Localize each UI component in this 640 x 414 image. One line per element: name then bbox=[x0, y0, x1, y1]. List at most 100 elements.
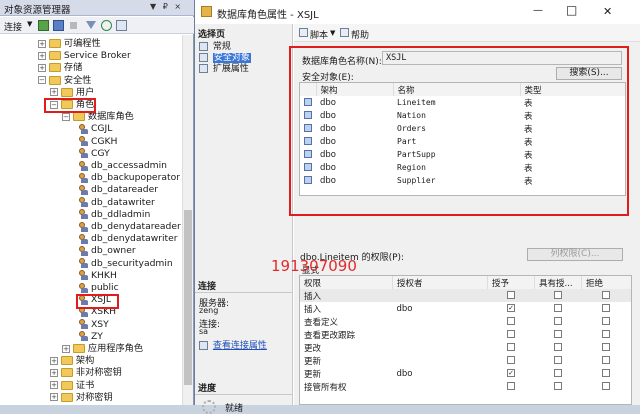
script-dropdown-icon[interactable]: ▼ bbox=[330, 29, 335, 37]
permission-row[interactable]: 插入 dbo ✓ bbox=[300, 302, 631, 315]
header-with-grant[interactable]: 具有授... bbox=[534, 276, 582, 289]
explorer-title-icons[interactable]: ▼ ₽ × bbox=[150, 2, 183, 11]
with-grant-checkbox[interactable] bbox=[554, 330, 562, 338]
grant-checkbox[interactable] bbox=[507, 291, 515, 299]
stop-icon[interactable] bbox=[70, 22, 77, 29]
permission-row[interactable]: 更新 dbo ✓ bbox=[300, 367, 631, 380]
tree-item-role[interactable]: db_backupoperator bbox=[78, 172, 180, 184]
with-grant-checkbox[interactable] bbox=[554, 291, 562, 299]
tree-item-folder[interactable]: + 可编程性 bbox=[38, 38, 101, 50]
header-grantor[interactable]: 授权者 bbox=[392, 276, 488, 289]
disconnect-icon[interactable] bbox=[53, 20, 64, 31]
explorer-scrollbar[interactable] bbox=[182, 35, 193, 405]
grant-checkbox[interactable] bbox=[507, 382, 515, 390]
grant-checkbox[interactable] bbox=[507, 330, 515, 338]
deny-checkbox[interactable] bbox=[602, 343, 611, 351]
header-grant[interactable]: 授予 bbox=[487, 276, 535, 289]
expand-icon[interactable]: + bbox=[50, 356, 58, 365]
scrollbar-thumb[interactable] bbox=[184, 210, 192, 385]
grant-checkbox[interactable] bbox=[507, 356, 515, 364]
permission-row[interactable]: 插入 bbox=[300, 289, 631, 302]
with-grant-checkbox[interactable] bbox=[554, 356, 562, 364]
close-button[interactable]: ✕ bbox=[603, 5, 612, 18]
tree-item-role[interactable]: ZY bbox=[78, 331, 103, 343]
expand-icon[interactable]: + bbox=[62, 344, 70, 353]
filter-icon[interactable] bbox=[86, 21, 96, 29]
help-icon[interactable] bbox=[340, 28, 349, 37]
with-grant-checkbox[interactable] bbox=[554, 304, 562, 312]
tree-item-folder[interactable]: + 证书 bbox=[50, 380, 94, 392]
activity-monitor-icon[interactable] bbox=[116, 20, 127, 31]
tree-item-role[interactable]: CGJL bbox=[78, 123, 112, 135]
tree-item-folder[interactable]: + 对称密钥 bbox=[50, 392, 113, 404]
page-general[interactable]: 常规 bbox=[199, 39, 231, 52]
tree-item-role[interactable]: CGKH bbox=[78, 136, 117, 148]
grant-checkbox[interactable]: ✓ bbox=[507, 304, 515, 312]
tree-item-role[interactable]: db_ddladmin bbox=[78, 209, 150, 221]
page-extended-properties[interactable]: 扩展属性 bbox=[199, 61, 249, 74]
grant-checkbox[interactable]: ✓ bbox=[507, 369, 515, 377]
refresh-icon[interactable] bbox=[101, 20, 112, 31]
view-connection-properties-link[interactable]: 查看连接属性 bbox=[199, 338, 267, 351]
tree-item-folder[interactable]: + 架构 bbox=[50, 355, 94, 367]
deny-checkbox[interactable] bbox=[602, 291, 611, 299]
header-deny[interactable]: 拒绝 bbox=[582, 276, 632, 289]
tree-item-role[interactable]: db_denydatawriter bbox=[78, 233, 178, 245]
grant-checkbox[interactable] bbox=[507, 317, 515, 325]
permission-row[interactable]: 接管所有权 bbox=[300, 380, 631, 393]
collapse-icon[interactable]: − bbox=[62, 112, 70, 121]
permission-row[interactable]: 更新 bbox=[300, 354, 631, 367]
expand-icon[interactable]: + bbox=[50, 393, 58, 402]
deny-checkbox[interactable] bbox=[602, 369, 611, 377]
minimize-button[interactable]: — bbox=[533, 5, 543, 16]
tree-item-role[interactable]: db_datareader bbox=[78, 184, 158, 196]
tree-item-role[interactable]: db_securityadmin bbox=[78, 258, 173, 270]
deny-checkbox[interactable] bbox=[602, 356, 611, 364]
header-permission[interactable]: 权限 bbox=[300, 276, 393, 289]
with-grant-checkbox[interactable] bbox=[554, 369, 562, 377]
expand-icon[interactable]: + bbox=[50, 88, 58, 97]
script-button[interactable]: 脚本 bbox=[310, 28, 328, 41]
with-grant-checkbox[interactable] bbox=[554, 382, 562, 390]
with-grant-checkbox[interactable] bbox=[554, 317, 562, 325]
expand-icon[interactable]: + bbox=[50, 381, 58, 390]
tree-item-role[interactable]: CGY bbox=[78, 148, 110, 160]
help-button[interactable]: 帮助 bbox=[351, 28, 369, 41]
expand-icon[interactable]: + bbox=[50, 368, 58, 377]
expand-icon[interactable]: + bbox=[38, 63, 46, 72]
page-securables[interactable]: 安全对象 bbox=[199, 50, 251, 63]
connect-db-icon[interactable] bbox=[38, 20, 49, 31]
permission-row[interactable]: 查看定义 bbox=[300, 315, 631, 328]
tree-item-folder[interactable]: − 安全性 bbox=[38, 75, 91, 87]
tree-item-role[interactable]: db_owner bbox=[78, 245, 136, 257]
tree-item-folder[interactable]: + 应用程序角色 bbox=[62, 343, 143, 355]
folder-icon bbox=[60, 392, 73, 402]
connect-dropdown-icon[interactable]: ▼ bbox=[27, 20, 32, 28]
tree-item-role[interactable]: XSY bbox=[78, 319, 109, 331]
connect-button[interactable]: 连接 bbox=[4, 20, 22, 33]
tree-item-role[interactable]: db_accessadmin bbox=[78, 160, 167, 172]
tree-item-role[interactable]: KHKH bbox=[78, 270, 117, 282]
progress-divider bbox=[195, 394, 293, 395]
deny-checkbox[interactable] bbox=[602, 382, 611, 390]
deny-checkbox[interactable] bbox=[602, 304, 611, 312]
permission-row[interactable]: 更改 bbox=[300, 341, 631, 354]
tree-item-role[interactable]: db_datawriter bbox=[78, 197, 155, 209]
tree-item-folder[interactable]: + 非对称密钥 bbox=[50, 367, 122, 379]
with-grant-checkbox[interactable] bbox=[554, 343, 562, 351]
tree-item-folder[interactable]: + 用户 bbox=[50, 87, 94, 99]
permissions-grid[interactable]: 权限 授权者 授予 具有授... 拒绝 插入 插入 dbo ✓ 查看定义 查看更改跟踪 更改… bbox=[299, 275, 632, 405]
deny-checkbox[interactable] bbox=[602, 330, 611, 338]
tree-item-folder[interactable]: + 存储 bbox=[38, 62, 82, 74]
grant-checkbox[interactable] bbox=[507, 343, 515, 351]
collapse-icon[interactable]: − bbox=[38, 76, 46, 85]
tree-item-role[interactable]: db_denydatareader bbox=[78, 221, 181, 233]
deny-checkbox[interactable] bbox=[602, 317, 611, 325]
tree-item-role[interactable]: public bbox=[78, 282, 119, 294]
script-icon[interactable] bbox=[299, 28, 308, 37]
expand-icon[interactable]: + bbox=[38, 51, 46, 60]
expand-icon[interactable]: + bbox=[38, 39, 46, 48]
permission-row[interactable]: 查看更改跟踪 bbox=[300, 328, 631, 341]
maximize-button[interactable]: □ bbox=[566, 3, 577, 17]
tree-item-folder[interactable]: + Service Broker bbox=[38, 50, 131, 62]
